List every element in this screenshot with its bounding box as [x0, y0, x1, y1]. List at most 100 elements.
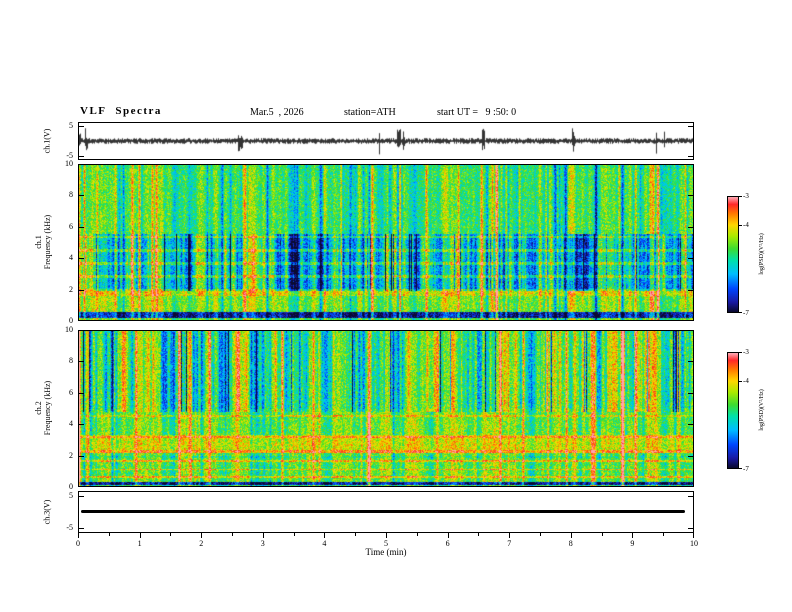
- ch1_spec-ytick-mark: [79, 289, 84, 291]
- ch1_wave-ytick-mark-right: [688, 126, 693, 128]
- colorbar-tick-mark: [739, 196, 742, 197]
- x-tick-label: 3: [260, 539, 265, 548]
- x-tick-mark: [447, 533, 449, 538]
- x-tick-mark-minor: [232, 533, 233, 536]
- plot-date: Mar.5 , 2026: [250, 107, 304, 118]
- ch3-zero-line: [81, 510, 685, 513]
- ch1-waveform-ylabel: ch.1(V): [42, 128, 52, 154]
- colorbar-tick-label: -3: [743, 192, 749, 200]
- x-tick-mark: [509, 533, 511, 538]
- plot-title: VLF Spectra: [80, 105, 162, 117]
- x-tick-mark-minor: [601, 533, 603, 536]
- ch2_spec-ytick-mark: [79, 392, 84, 394]
- colorbar-tick-mark: [739, 225, 742, 227]
- ch3_wave-ytick-mark: [79, 528, 84, 530]
- x-tick-label: 4: [322, 539, 327, 548]
- ch1_spec-ytick-mark: [79, 226, 84, 228]
- x-tick-label: 1: [137, 539, 142, 548]
- x-tick-mark: [693, 533, 694, 538]
- colorbar-tick-label: -3: [743, 348, 749, 356]
- ch2_spec-ytick-label: 10: [65, 325, 73, 334]
- x-tick-mark-minor: [416, 533, 418, 536]
- ch2_spec-ytick-label: 8: [69, 356, 73, 366]
- x-tick-mark-minor: [355, 533, 357, 536]
- ch1_spec-ytick-mark-right: [688, 226, 693, 228]
- plot-start-ut: start UT = 9 :50: 0: [437, 107, 517, 118]
- ch1_spec-ytick-mark-right: [688, 258, 693, 260]
- ch2_spec-ytick-label: 4: [69, 419, 73, 429]
- ch1-spectrogram-canvas: [79, 165, 693, 320]
- x-tick-mark: [262, 533, 264, 538]
- ch2_spec-ytick-mark: [79, 486, 84, 487]
- ch1_spec-ytick-label: 6: [69, 221, 73, 231]
- ch2-spectrogram-ylabel-line1: ch.2: [34, 401, 43, 415]
- panel-ch1-waveform: [78, 122, 694, 160]
- ch1_wave-ytick-mark: [79, 155, 84, 157]
- panel-ch2-spectrogram: [78, 330, 694, 487]
- colorbar-tick-mark: [739, 312, 742, 313]
- ch3_wave-ytick-label: 5: [69, 490, 73, 500]
- x-tick-mark: [201, 533, 203, 538]
- ch1_spec-ytick-label: 10: [65, 159, 73, 168]
- ch1_wave-ytick-label: 5: [69, 121, 73, 131]
- ch2_spec-ytick-mark-right: [688, 455, 693, 457]
- colorbar-tick-label: -7: [743, 309, 749, 317]
- x-tick-label: 6: [445, 539, 450, 548]
- x-tick-mark: [139, 533, 141, 538]
- ch2_spec-ytick-mark-right: [688, 330, 693, 331]
- ch1_spec-ytick-mark-right: [688, 195, 693, 197]
- ch1_spec-ytick-mark-right: [688, 289, 693, 291]
- plot-station: station=ATH: [344, 107, 396, 118]
- colorbar-tick-mark: [739, 352, 742, 353]
- ch3_wave-ytick-mark-right: [688, 528, 693, 530]
- x-tick-label: 5: [384, 539, 388, 548]
- ch1_spec-ytick-mark: [79, 258, 84, 260]
- x-tick-label: 9: [630, 539, 635, 548]
- x-tick-mark: [324, 533, 326, 538]
- x-tick-mark-minor: [293, 533, 295, 536]
- ch1-waveform-canvas: [79, 123, 693, 159]
- colorbar-tick-label: -4: [743, 221, 749, 230]
- ch1_wave-ytick-mark-right: [688, 155, 693, 157]
- colorbar-2-label: log(PSD)(V²/Hz): [759, 389, 765, 431]
- ch2_spec-ytick-mark-right: [688, 392, 693, 394]
- ch1_spec-ytick-label: 8: [69, 190, 73, 200]
- x-tick-mark-minor: [663, 533, 665, 536]
- x-tick-mark: [632, 533, 634, 538]
- ch1_spec-ytick-mark: [79, 164, 84, 165]
- x-tick-label: 0: [76, 539, 80, 548]
- ch2-spectrogram-ylabel-line2: Frequency (kHz): [43, 380, 52, 436]
- ch2_spec-ytick-mark: [79, 455, 84, 457]
- ch2_spec-ytick-mark: [79, 424, 84, 426]
- ch1-spectrogram-ylabel-line1: ch.1: [34, 235, 43, 249]
- ch1_spec-ytick-mark: [79, 195, 84, 197]
- panel-ch3-waveform: [78, 491, 694, 533]
- ch2_spec-ytick-mark: [79, 330, 84, 331]
- ch1_spec-ytick-mark-right: [688, 320, 693, 321]
- colorbar-1: [727, 196, 739, 313]
- x-tick-mark: [570, 533, 572, 538]
- x-tick-mark-minor: [170, 533, 172, 536]
- colorbar-tick-label: -7: [743, 465, 749, 473]
- ch2_spec-ytick-mark-right: [688, 361, 693, 363]
- ch1_wave-ytick-mark: [79, 126, 84, 128]
- ch2_spec-ytick-mark-right: [688, 486, 693, 487]
- ch1-spectrogram-ylabel: ch.1 Frequency (kHz): [34, 215, 52, 269]
- x-tick-mark-minor: [478, 533, 480, 536]
- ch2_spec-ytick-mark: [79, 361, 84, 363]
- x-tick-mark-minor: [108, 533, 110, 536]
- x-tick-label: 2: [199, 539, 204, 548]
- colorbar-tick-label: -4: [743, 377, 749, 386]
- colorbar-tick-mark: [739, 468, 742, 469]
- x-tick-mark-minor: [540, 533, 541, 536]
- ch1_spec-ytick-mark: [79, 320, 84, 321]
- colorbar-2: [727, 352, 739, 469]
- colorbar-tick-mark: [739, 381, 742, 383]
- ch2_spec-ytick-mark-right: [688, 424, 693, 426]
- ch2_spec-ytick-label: 6: [69, 387, 73, 397]
- ch1-spectrogram-ylabel-line2: Frequency (kHz): [43, 214, 52, 270]
- ch2-spectrogram-ylabel: ch.2 Frequency (kHz): [34, 381, 52, 435]
- ch3-waveform-ylabel: ch.3(V): [42, 499, 52, 525]
- ch3_wave-ytick-mark-right: [688, 495, 693, 497]
- ch3_wave-ytick-label: -5: [66, 523, 73, 533]
